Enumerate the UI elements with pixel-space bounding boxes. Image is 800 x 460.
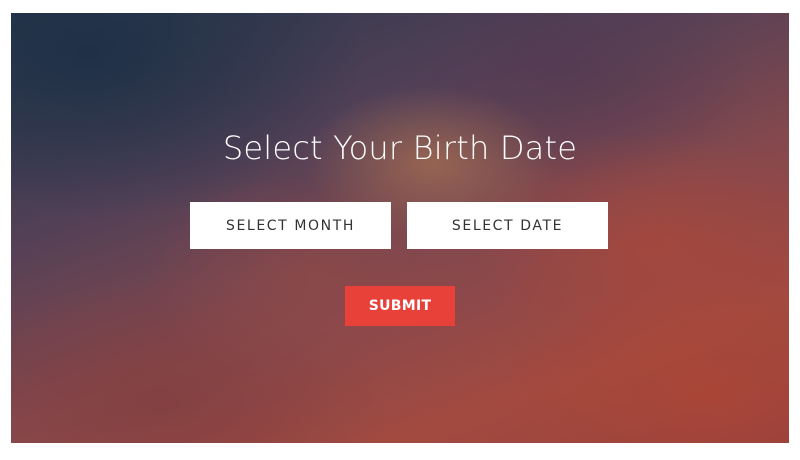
birth-date-form: Select Your Birth Date SELECT MONTH SELE… [11,13,789,443]
select-month-label: SELECT MONTH [225,217,355,234]
page-title: Select Your Birth Date [222,129,578,167]
select-month-dropdown[interactable]: SELECT MONTH [190,202,391,249]
nebula-background: Select Your Birth Date SELECT MONTH SELE… [11,13,789,443]
select-date-dropdown[interactable]: SELECT DATE [407,202,608,249]
submit-button[interactable]: SUBMIT [345,286,455,326]
select-date-label: SELECT DATE [451,217,564,234]
